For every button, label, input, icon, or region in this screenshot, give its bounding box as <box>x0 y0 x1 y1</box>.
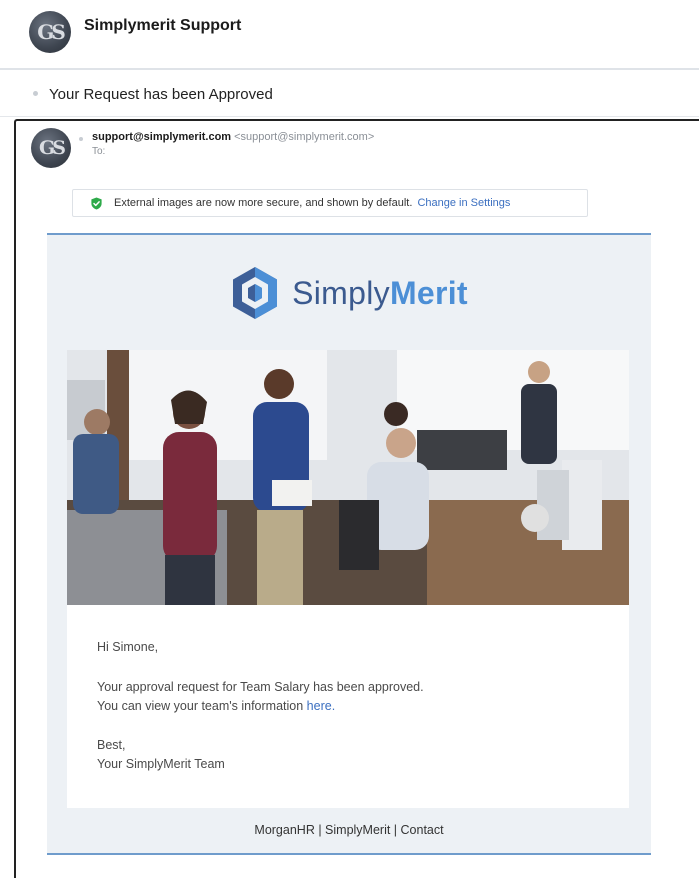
email-message-card: Hi Simone, Your approval request for Tea… <box>67 605 629 808</box>
logo-text-merit: Merit <box>389 274 468 311</box>
logo-wordmark: SimplyMerit <box>292 275 468 312</box>
logo-text-simply: Simply <box>292 274 390 311</box>
simplymerit-logo: SimplyMerit <box>47 263 651 323</box>
signoff: Best, <box>97 738 126 752</box>
from-email[interactable]: support@simplymerit.com <box>92 131 231 143</box>
simplymerit-logo-icon <box>233 267 278 319</box>
body-line-2-text: You can view your team's information <box>97 699 307 713</box>
greeting: Hi Simone, <box>97 640 159 654</box>
sender-avatar[interactable]: GS <box>29 11 71 53</box>
subject-row: Your Request has been Approved <box>0 73 699 117</box>
from-line: support@simplymerit.com <support@simplyme… <box>92 131 374 143</box>
message-header: GS Simplymerit Support <box>0 0 699 70</box>
external-images-notice: External images are now more secure, and… <box>72 189 588 217</box>
office-team-photo <box>67 350 629 605</box>
message-sender-avatar[interactable]: GS <box>31 128 71 168</box>
change-settings-link[interactable]: Change in Settings <box>417 197 510 209</box>
sender-name: Simplymerit Support <box>84 17 242 34</box>
email-footer: MorganHR | SimplyMerit | Contact <box>254 823 444 837</box>
unread-dot-icon <box>33 91 38 96</box>
shield-check-icon <box>91 197 102 210</box>
from-email-address: <support@simplymerit.com> <box>234 131 375 143</box>
footer-divider <box>47 853 651 855</box>
here-link[interactable]: here. <box>307 699 336 713</box>
status-dot-icon <box>79 137 83 141</box>
message-panel: GS support@simplymerit.com <support@simpl… <box>14 119 699 878</box>
email-subject: Your Request has been Approved <box>49 86 273 103</box>
signature: Your SimplyMerit Team <box>97 757 225 771</box>
email-body: SimplyMerit Hi Simone, Your approval req… <box>47 233 651 855</box>
notice-text: External images are now more secure, and… <box>114 197 413 209</box>
office-photo-illustration <box>67 350 629 605</box>
body-line-2: You can view your team's information her… <box>97 697 335 715</box>
to-label: To: <box>92 146 106 157</box>
body-line-1: Your approval request for Team Salary ha… <box>97 680 424 694</box>
notice-text-wrap: External images are now more secure, and… <box>114 197 510 209</box>
